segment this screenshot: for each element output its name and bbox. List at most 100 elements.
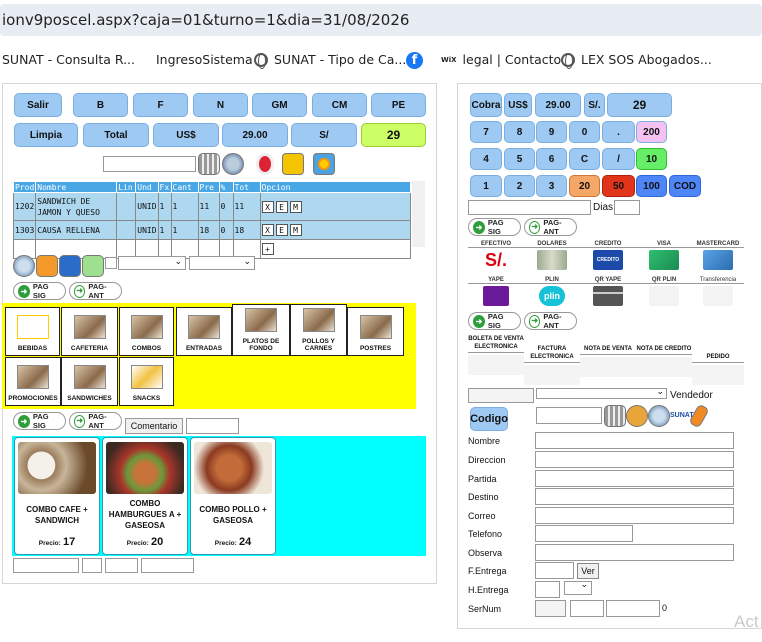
- key-slash[interactable]: /: [602, 148, 635, 170]
- doc-number-input[interactable]: [468, 388, 534, 403]
- category-pollos-y-carnes[interactable]: POLLOS Y CARNES: [290, 304, 347, 356]
- comentario-input[interactable]: [186, 418, 239, 434]
- key-1[interactable]: 1: [470, 175, 502, 197]
- doc-nota-venta[interactable]: NOTA DE VENTA: [580, 345, 636, 385]
- product-card-combo-hamburguesa[interactable]: COMBO HAMBURGUES A + GASEOSA Precio: 20: [102, 437, 188, 555]
- doc-factura[interactable]: FACTURA ELECTRONICA: [524, 345, 580, 385]
- telefono-input[interactable]: [535, 525, 633, 542]
- user-icon[interactable]: [626, 405, 648, 427]
- total-button[interactable]: Total: [83, 123, 149, 147]
- pay-yape[interactable]: YAPE: [468, 277, 524, 313]
- comentario-button[interactable]: Comentario: [125, 418, 183, 434]
- key-50[interactable]: 50: [602, 175, 635, 197]
- ver-button[interactable]: Ver: [577, 563, 599, 579]
- modify-item-button[interactable]: M: [289, 224, 302, 236]
- key-5[interactable]: 5: [504, 148, 535, 170]
- pag-ant-button[interactable]: ➜ PAG-ANT: [69, 412, 122, 430]
- cobra-button[interactable]: Cobra: [470, 93, 502, 117]
- key-4[interactable]: 4: [470, 148, 502, 170]
- table-scrollbar[interactable]: [412, 181, 425, 247]
- pay-dolares[interactable]: DOLARES: [524, 241, 580, 277]
- dias-input[interactable]: [614, 200, 640, 215]
- gear-icon[interactable]: [313, 153, 335, 175]
- pag-sig-button[interactable]: ➜ PAG SIG: [468, 218, 521, 236]
- parking-icon[interactable]: [59, 255, 81, 277]
- f-entrega-input[interactable]: [535, 562, 574, 579]
- category-entradas[interactable]: ENTRADAS: [176, 307, 232, 356]
- bookmark-facebook[interactable]: f: [406, 49, 423, 71]
- soles-button[interactable]: S/: [291, 123, 357, 147]
- nota-button[interactable]: N: [193, 93, 248, 117]
- key-cod[interactable]: COD: [669, 175, 701, 197]
- pay-mastercard[interactable]: MASTERCARD: [692, 241, 744, 277]
- delete-item-button[interactable]: X: [261, 224, 274, 236]
- select-one[interactable]: ⌄: [118, 256, 186, 270]
- pag-ant-button[interactable]: ➜ PAG-ANT: [524, 218, 577, 236]
- category-bebidas[interactable]: BEBIDAS: [5, 307, 60, 356]
- pay-transferencia[interactable]: Transferencia: [692, 277, 744, 313]
- pay-visa[interactable]: VISA: [636, 241, 692, 277]
- payment-amount-input[interactable]: [468, 200, 591, 215]
- key-9[interactable]: 9: [536, 121, 567, 143]
- option-checkbox[interactable]: [105, 257, 117, 269]
- bottom-input-1[interactable]: [13, 558, 79, 573]
- pag-ant-button[interactable]: ➜ PAG-ANT: [524, 312, 577, 330]
- category-snacks[interactable]: SNACKS: [119, 357, 174, 406]
- codigo-input[interactable]: [536, 407, 602, 424]
- h-entrega-input[interactable]: [535, 581, 560, 598]
- direccion-input[interactable]: [535, 451, 734, 468]
- doc-pedido[interactable]: PEDIDO: [692, 353, 744, 385]
- doc-boleta[interactable]: BOLETA DE VENTA ELECTRONICA: [468, 335, 524, 385]
- correo-input[interactable]: [535, 507, 734, 524]
- barcode-icon[interactable]: [604, 405, 626, 427]
- category-cafeteria[interactable]: CAFETERIA: [61, 307, 118, 356]
- bookmark-legal-contacto[interactable]: WiX legal | Contacto: [441, 49, 561, 71]
- nombre-input[interactable]: [535, 432, 734, 449]
- pag-ant-button[interactable]: ➜ PAG-ANT: [69, 282, 122, 300]
- key-dot[interactable]: .: [602, 121, 635, 143]
- bookmark-lex-sos[interactable]: LEX SOS Abogados...: [561, 49, 712, 71]
- table-row[interactable]: 1303 CAUSA RELLENA UNID 1 1 18 0 18 XEM: [12, 220, 412, 240]
- table-row[interactable]: 1202 SANDWICH DE JAMON Y QUESO UNID 1 1 …: [12, 192, 412, 221]
- record-icon[interactable]: [256, 153, 274, 175]
- sernum-input-2[interactable]: [606, 600, 660, 617]
- key-2[interactable]: 2: [504, 175, 535, 197]
- codigo-button[interactable]: Codigo: [470, 407, 508, 431]
- bookmark-sunat-tipo-cambio[interactable]: SUNAT - Tipo de Ca...: [254, 49, 406, 71]
- key-3[interactable]: 3: [536, 175, 567, 197]
- product-card-combo-cafe[interactable]: COMBO CAFE + SANDWICH Precio: 17: [14, 437, 100, 555]
- key-200[interactable]: 200: [636, 121, 667, 143]
- pag-sig-button[interactable]: ➜ PAG SIG: [468, 312, 521, 330]
- exchange-rate-button[interactable]: 29.00: [222, 123, 288, 147]
- key-clear[interactable]: C: [569, 148, 600, 170]
- category-platos-de-fondo[interactable]: PLATOS DE FONDO: [232, 304, 290, 356]
- key-0[interactable]: 0: [569, 121, 600, 143]
- pag-sig-button[interactable]: ➜ PAG SIG: [13, 412, 66, 430]
- partida-input[interactable]: [535, 470, 734, 487]
- pay-qr-plin[interactable]: QR PLIN: [636, 277, 692, 313]
- modify-item-button[interactable]: M: [289, 200, 302, 213]
- pay-credito[interactable]: CREDITO CREDITO: [580, 241, 636, 277]
- pe-button[interactable]: PE: [371, 93, 426, 117]
- usd-toggle-button[interactable]: US$: [504, 93, 532, 117]
- doc-nota-credito[interactable]: NOTA DE CREDITO: [636, 345, 692, 385]
- soles-toggle-button[interactable]: S/.: [584, 93, 605, 117]
- cm-button[interactable]: CM: [312, 93, 367, 117]
- add-item-button[interactable]: +: [261, 243, 274, 255]
- bottom-input-4[interactable]: [141, 558, 194, 573]
- bookmark-sunat-consulta[interactable]: SUNAT - Consulta R...: [2, 49, 135, 71]
- category-promociones[interactable]: PROMOCIONES: [5, 357, 61, 406]
- rate-button[interactable]: 29.00: [535, 93, 581, 117]
- pay-qr-yape[interactable]: QR YAPE: [580, 277, 636, 313]
- sernum-prefix-input[interactable]: [535, 600, 566, 617]
- destino-input[interactable]: [535, 488, 734, 505]
- key-7[interactable]: 7: [470, 121, 502, 143]
- h-entrega-select[interactable]: ⌄: [564, 579, 592, 595]
- bottom-input-2[interactable]: [82, 558, 102, 573]
- pay-efectivo[interactable]: EFECTIVO S/.: [468, 241, 524, 277]
- search-icon[interactable]: [648, 405, 670, 427]
- search-icon[interactable]: [222, 153, 244, 175]
- sunat-icon[interactable]: SUNAT: [670, 405, 694, 427]
- edit-item-button[interactable]: E: [275, 200, 288, 213]
- sernum-input[interactable]: [570, 600, 604, 617]
